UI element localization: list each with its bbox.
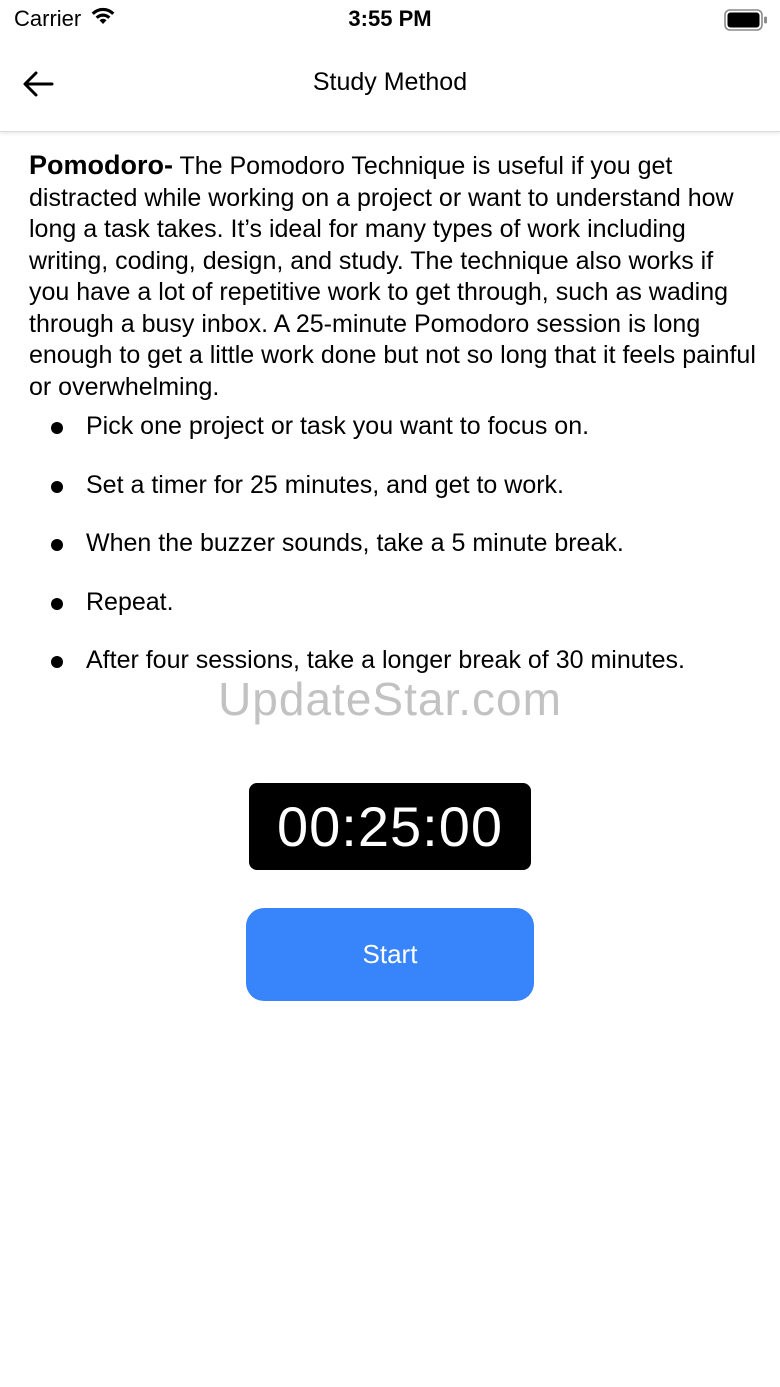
- watermark: UpdateStar.com: [218, 673, 562, 725]
- bullet-icon: [51, 597, 63, 610]
- timer-display: 00:25:00: [249, 783, 531, 870]
- status-bar: Carrier 3:55 PM: [0, 0, 780, 40]
- status-right: [724, 9, 768, 36]
- step-text: When the buzzer sounds, take a 5 minute …: [86, 529, 624, 557]
- navigation-bar: Study Method: [0, 40, 780, 132]
- list-item: Repeat.: [29, 587, 757, 619]
- bullet-icon: [51, 480, 63, 493]
- bullet-icon: [51, 422, 63, 434]
- timer-value: 00:25:00: [277, 795, 503, 858]
- list-item: After four sessions, take a longer break…: [29, 645, 757, 677]
- intro-paragraph: Pomodoro- The Pomodoro Technique is usef…: [29, 150, 757, 403]
- bullet-icon: [51, 539, 63, 551]
- start-button[interactable]: Start: [246, 908, 534, 1001]
- step-text: Pick one project or task you want to foc…: [86, 412, 590, 440]
- list-item: Set a timer for 25 minutes, and get to w…: [29, 470, 757, 502]
- steps-list: Pick one project or task you want to foc…: [29, 411, 757, 677]
- method-description: The Pomodoro Technique is useful if you …: [29, 152, 756, 401]
- study-method-screen: Carrier 3:55 PM Study Method Pomodoro- T…: [0, 0, 780, 1387]
- method-heading: Pomodoro-: [29, 150, 173, 180]
- study-method-content: Pomodoro- The Pomodoro Technique is usef…: [29, 150, 757, 677]
- status-time: 3:55 PM: [348, 6, 432, 31]
- page-title: Study Method: [312, 68, 468, 96]
- step-text: Set a timer for 25 minutes, and get to w…: [86, 470, 565, 499]
- list-item: Pick one project or task you want to foc…: [29, 411, 757, 443]
- bullet-icon: [51, 656, 63, 668]
- battery-icon: [724, 9, 768, 35]
- list-item: When the buzzer sounds, take a 5 minute …: [29, 528, 757, 560]
- step-text: Repeat.: [86, 587, 174, 616]
- step-text: After four sessions, take a longer break…: [86, 646, 685, 674]
